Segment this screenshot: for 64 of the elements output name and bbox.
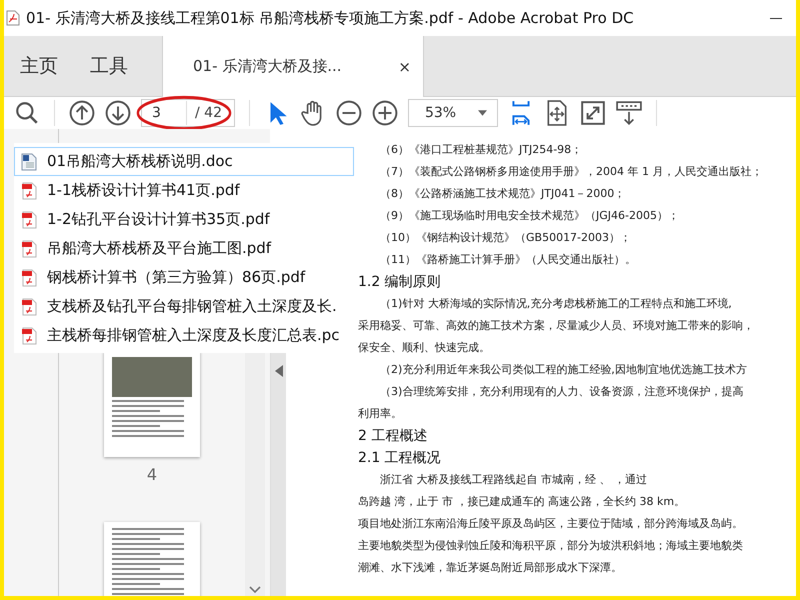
file-name: 吊船湾大桥栈桥及平台施工图.pdf bbox=[47, 239, 272, 258]
paragraph-line: 主要地貌类型为侵蚀剥蚀丘陵和海积平原，部分为坡洪积斜地；海域主要地貌类 bbox=[358, 538, 744, 554]
file-item[interactable]: 01吊船湾大桥栈桥说明.doc bbox=[14, 147, 354, 176]
file-item[interactable]: 支栈桥及钻孔平台每排钢管桩入土深度及长. bbox=[14, 292, 354, 321]
reference-item: （9）《施工现场临时用电安全技术规范》（JGJ46-2005）； bbox=[379, 208, 680, 224]
zoom-out-icon[interactable] bbox=[336, 100, 362, 126]
window-title: 01- 乐清湾大桥及接线工程第01标 吊船湾栈桥专项施工方案.pdf - Adobe Acrobat Pro DC bbox=[26, 8, 634, 28]
zoom-in-icon[interactable] bbox=[372, 100, 398, 126]
pdf-file-icon bbox=[21, 268, 37, 286]
paragraph-line: 浙江省 大桥及接线工程路线起自 市城南，经 、 ，通过 bbox=[379, 472, 648, 488]
reference-item: （7）《装配式公路钢桥多用途使用手册》，2004 年 1 月，人民交通出版社； bbox=[379, 164, 764, 180]
file-item[interactable]: 主栈桥每排钢管桩入土深度及长度汇总表.pc bbox=[14, 321, 354, 350]
reference-item: （6）《港口工程桩基规范》JTJ254-98； bbox=[379, 142, 584, 158]
collapse-pane-handle[interactable] bbox=[270, 351, 286, 596]
nav-tab[interactable]: 主页 bbox=[4, 36, 74, 96]
page-total: / 42 bbox=[194, 105, 223, 121]
section-heading: 2.1 工程概况 bbox=[358, 449, 442, 468]
pdf-file-icon bbox=[21, 298, 37, 316]
file-name: 01吊船湾大桥栈桥说明.doc bbox=[47, 152, 233, 171]
arrow-up-icon[interactable] bbox=[69, 100, 95, 126]
reference-item: （10）《钢结构设计规范》（GB50017-2003）； bbox=[379, 230, 632, 246]
paragraph-line: 项目地处浙江东南沿海丘陵平原及岛屿区，主要位于陆域，部分跨海域及岛屿。 bbox=[358, 516, 744, 532]
section-heading: 1.2 编制原则 bbox=[358, 273, 442, 292]
caret-icon bbox=[478, 110, 488, 116]
pdf-file-icon bbox=[21, 240, 37, 258]
word-document-icon bbox=[21, 152, 37, 170]
pdf-file-icon bbox=[21, 182, 37, 200]
paragraph-line: 岛跨越 湾，止于 市 ，接已建成通车的 高速公路，全长约 38 km。 bbox=[358, 494, 686, 510]
page-number-field[interactable]: 3 bbox=[142, 101, 187, 125]
file-name: 支栈桥及钻孔平台每排钢管桩入土深度及长. bbox=[47, 297, 337, 316]
zoom-dropdown[interactable]: 53% bbox=[408, 99, 498, 127]
file-name: 1-1栈桥设计计算书41页.pdf bbox=[47, 181, 240, 200]
paragraph-line: 保安全、顺利、快速完成。 bbox=[358, 340, 491, 356]
fullscreen-icon[interactable] bbox=[580, 100, 606, 126]
tab-label: 01- 乐清湾大桥及接... bbox=[193, 57, 342, 76]
paragraph-line: （2)充分利用近年来我公司类似工程的施工经验,因地制宜地优选施工技术方 bbox=[379, 362, 748, 378]
file-name: 1-2钻孔平台设计计算书35页.pdf bbox=[47, 210, 270, 229]
triangle-left-icon bbox=[274, 365, 282, 377]
file-name: 钢栈桥计算书（第三方验算）86页.pdf bbox=[47, 268, 306, 287]
nav-tab[interactable]: 工具 bbox=[74, 36, 144, 96]
paragraph-line: 利用率。 bbox=[358, 406, 403, 422]
file-item[interactable]: 吊船湾大桥栈桥及平台施工图.pdf bbox=[14, 234, 354, 263]
paragraph-line: 采用稳妥、可靠、高效的施工技术方案，尽量减少人员、环境对施工带来的影响， bbox=[358, 318, 755, 334]
page-thumbnail[interactable] bbox=[104, 351, 200, 457]
file-item[interactable]: 1-2钻孔平台设计计算书35页.pdf bbox=[14, 205, 354, 234]
paragraph-line: 潮滩、水下浅滩，靠近茅埏岛附近局部形成水下深潭。 bbox=[358, 560, 623, 576]
section-heading: 2 工程概述 bbox=[358, 427, 428, 446]
chevron-down-icon[interactable] bbox=[249, 586, 261, 594]
file-name: 主栈桥每排钢管桩入土深度及长度汇总表.pc bbox=[47, 326, 340, 345]
reference-item: （11）《路桥施工计算手册》（人民交通出版社）。 bbox=[379, 252, 637, 268]
pdf-file-icon bbox=[21, 326, 37, 344]
reference-item: （8）《公路桥涵施工技术规范》JTJ041－2000； bbox=[379, 186, 626, 202]
scrollbar[interactable] bbox=[245, 351, 265, 596]
pdf-file-icon bbox=[21, 210, 37, 228]
close-tab-button[interactable]: × bbox=[398, 58, 411, 76]
document-tab[interactable]: 01- 乐清湾大桥及接... × bbox=[162, 36, 424, 97]
paragraph-line: （3)合理统筹安排，充分利用现有的人力、设备资源，注意环境保护，提高 bbox=[379, 384, 744, 400]
file-item[interactable]: 钢栈桥计算书（第三方验算）86页.pdf bbox=[14, 263, 354, 292]
arrow-down-icon[interactable] bbox=[105, 100, 131, 126]
keyboard-download-icon[interactable] bbox=[616, 100, 642, 126]
paragraph-line: （1)针对 大桥海域的实际情况,充分考虑栈桥施工的工程特点和施工环境, bbox=[379, 296, 733, 312]
page-number-label: 4 bbox=[146, 465, 158, 484]
file-item[interactable]: 1-1栈桥设计计算书41页.pdf bbox=[14, 176, 354, 205]
search-icon[interactable] bbox=[14, 100, 40, 126]
